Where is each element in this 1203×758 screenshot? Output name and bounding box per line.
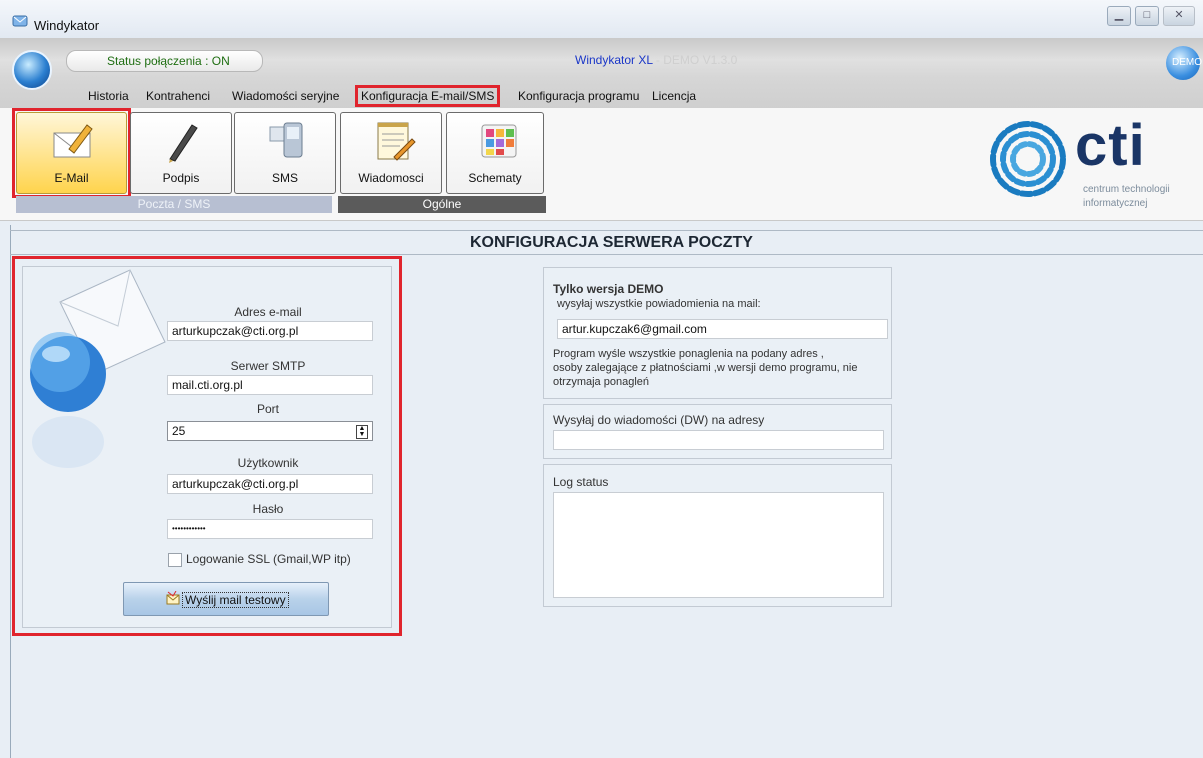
cti-tagline-1: centrum technologii: [1083, 184, 1170, 195]
close-button[interactable]: ✕: [1163, 6, 1195, 26]
cti-tagline-2: informatycznej: [1083, 198, 1148, 209]
window-titlebar: Windykator ▁ □ ✕: [0, 0, 1203, 39]
group-label-poczta-sms: Poczta / SMS: [16, 196, 332, 213]
sms-button[interactable]: SMS: [234, 112, 336, 194]
smtp-server-input[interactable]: mail.cti.org.pl: [167, 375, 373, 395]
color-cards-icon: [481, 124, 517, 158]
ribbon-toolbar: E-Mail Podpis SMS Wiadomosci Schematy Po…: [0, 108, 1203, 221]
menu-konfiguracja-programu[interactable]: Konfiguracja programu: [518, 89, 639, 103]
demo-note-line-1: Program wyśle wszystkie ponaglenia na po…: [553, 348, 824, 360]
smtp-server-label: Serwer SMTP: [230, 359, 306, 373]
spinner-arrows-icon[interactable]: ▲ ▼: [356, 425, 368, 439]
mail-send-icon: [166, 591, 180, 605]
cc-input[interactable]: [553, 430, 884, 450]
cc-panel: Wysyłaj do wiadomości (DW) na adresy: [543, 404, 892, 459]
email-label: Adres e-mail: [234, 305, 302, 319]
menu-wiadomosci-seryjne[interactable]: Wiadomości seryjne: [232, 89, 339, 103]
ssl-checkbox-label[interactable]: Logowanie SSL (Gmail,WP itp): [186, 552, 351, 566]
minimize-button[interactable]: ▁: [1107, 6, 1131, 26]
wiadomosci-button[interactable]: Wiadomosci: [340, 112, 442, 194]
user-input[interactable]: arturkupczak@cti.org.pl: [167, 474, 373, 494]
phone-sms-icon: [269, 122, 303, 158]
schematy-button[interactable]: Schematy: [446, 112, 544, 194]
sms-button-label: SMS: [271, 171, 298, 185]
app-version-text: - DEMO V1.3.0: [652, 53, 738, 67]
cti-logo: cti centrum technologii informatycznej: [987, 112, 1197, 212]
send-test-mail-button[interactable]: Wyślij mail testowy: [123, 582, 329, 616]
app-window-icon: [12, 15, 28, 27]
connection-status-text: Status połączenia : ON: [107, 54, 230, 68]
cc-label: Wysyłaj do wiadomości (DW) na adresy: [553, 413, 765, 427]
podpis-button[interactable]: Podpis: [130, 112, 232, 194]
demo-email-input[interactable]: artur.kupczak6@gmail.com: [557, 319, 888, 339]
app-name-text: Windykator XL: [575, 53, 653, 67]
menu-bar: Historia Kontrahenci Wiadomości seryjne …: [0, 85, 1203, 108]
user-label: Użytkownik: [237, 456, 299, 470]
ssl-checkbox[interactable]: [168, 553, 182, 567]
content-divider-top: [10, 230, 1203, 231]
log-status-textarea[interactable]: [553, 492, 884, 598]
port-value: 25: [172, 424, 186, 438]
page-title: KONFIGURACJA SERWERA POCZTY: [470, 234, 753, 251]
port-label: Port: [256, 402, 279, 416]
cti-brand-text: cti: [1075, 113, 1146, 178]
email-button[interactable]: E-Mail: [12, 108, 131, 198]
port-spinner[interactable]: 25 ▲ ▼: [167, 421, 373, 441]
app-header: Status połączenia : ON Windykator XL - D…: [0, 38, 1203, 108]
notepad-icon: [377, 122, 416, 161]
demo-note-line-2: osoby zalegające z płatnościami ,w wersj…: [553, 362, 858, 374]
schematy-button-label: Schematy: [468, 171, 522, 185]
password-label: Hasło: [252, 502, 284, 516]
content-divider: [10, 254, 1203, 255]
maximize-button[interactable]: □: [1135, 6, 1159, 26]
envelope-pencil-icon: [53, 124, 93, 158]
wiadomosci-button-label: Wiadomosci: [358, 171, 424, 185]
demo-badge: DEMO: [1166, 46, 1202, 80]
globe-icon: [12, 50, 52, 90]
app-name: Windykator XL - DEMO V1.3.0: [575, 53, 737, 67]
email-input[interactable]: arturkupczak@cti.org.pl: [167, 321, 373, 341]
password-input[interactable]: ••••••••••••: [167, 519, 373, 539]
connection-status-pill: Status połączenia : ON: [66, 50, 263, 72]
send-test-mail-label: Wyślij mail testowy: [182, 592, 289, 608]
email-button-label: E-Mail: [54, 171, 89, 185]
fountain-pen-icon: [169, 124, 198, 163]
window-title: Windykator: [34, 18, 100, 33]
demo-panel: Tylko wersja DEMO wysyłaj wszystkie powi…: [543, 267, 892, 399]
demo-note-line-3: otrzymaja ponagleń: [553, 376, 650, 388]
demo-panel-subtitle: wysyłaj wszystkie powiadomienia na mail:: [557, 298, 761, 310]
log-panel: Log status: [543, 464, 892, 607]
podpis-button-label: Podpis: [162, 171, 200, 185]
log-status-label: Log status: [553, 475, 609, 489]
group-label-ogolne: Ogólne: [338, 196, 546, 213]
menu-historia[interactable]: Historia: [88, 89, 129, 103]
menu-kontrahenci[interactable]: Kontrahenci: [146, 89, 210, 103]
menu-konfiguracja-email-sms[interactable]: Konfiguracja E-mail/SMS: [354, 85, 501, 107]
cti-logo-emblem: [990, 121, 1066, 197]
menu-licencja[interactable]: Licencja: [652, 89, 696, 103]
demo-panel-title: Tylko wersja DEMO: [553, 282, 664, 296]
